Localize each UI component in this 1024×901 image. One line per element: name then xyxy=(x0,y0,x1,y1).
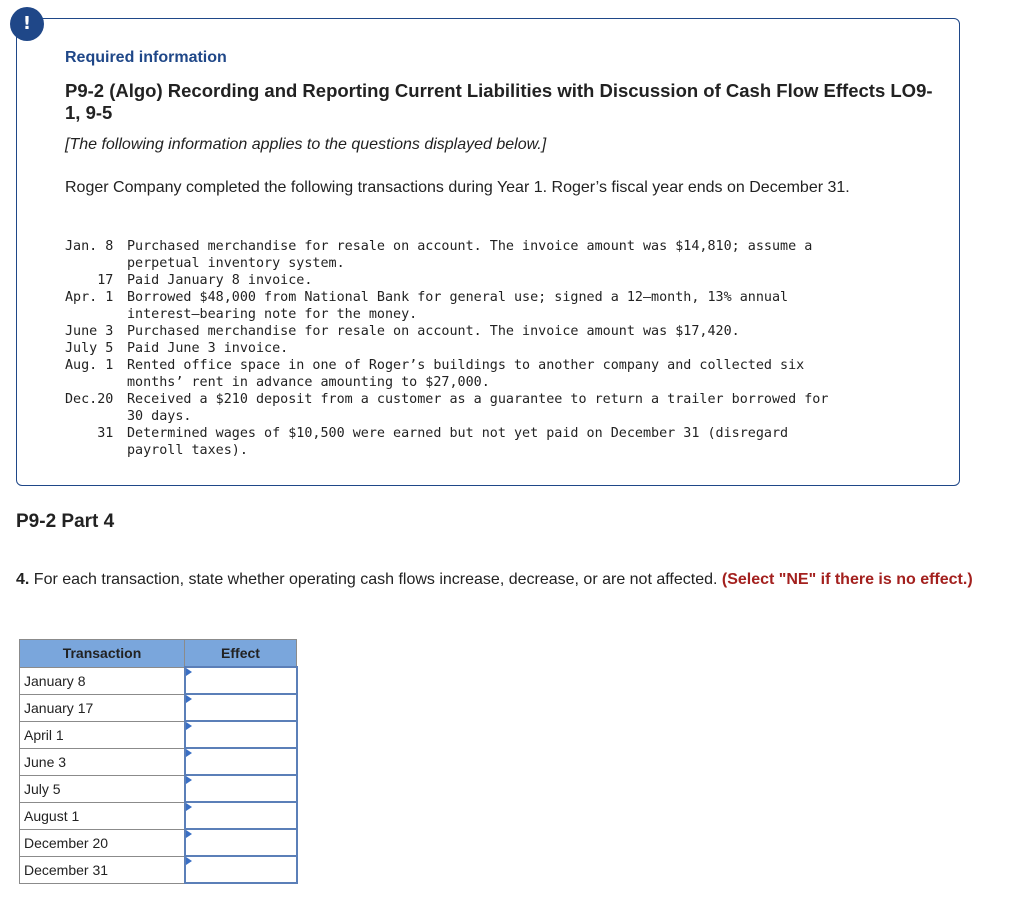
effect-select[interactable] xyxy=(186,668,296,693)
dropdown-marker-icon xyxy=(185,722,192,730)
transaction-list: Jan. 8 Purchased merchandise for resale … xyxy=(65,238,897,459)
transaction-date: 17 xyxy=(65,273,114,288)
effect-select[interactable] xyxy=(186,803,296,828)
transaction-date: Dec.20 xyxy=(65,392,114,407)
table-row: January 8 xyxy=(19,666,298,695)
transaction-cell: July 5 xyxy=(19,774,185,803)
effect-select-cell[interactable] xyxy=(183,666,298,695)
transaction-description: Paid January 8 invoice. xyxy=(127,273,313,288)
transaction-date: Jan. 8 xyxy=(65,239,114,254)
table-row: April 1 xyxy=(19,720,298,749)
dropdown-marker-icon xyxy=(185,749,192,757)
dropdown-marker-icon xyxy=(185,695,192,703)
effect-select[interactable] xyxy=(186,695,296,720)
transaction-description: Purchased merchandise for resale on acco… xyxy=(127,324,740,339)
table-row: July 5 xyxy=(19,774,298,803)
transaction-cell: January 17 xyxy=(19,693,185,722)
effect-select-cell[interactable] xyxy=(183,828,298,857)
transaction-description: Purchased merchandise for resale on acco… xyxy=(127,239,813,271)
effect-select[interactable] xyxy=(186,830,296,855)
transaction-item: Jan. 8 Purchased merchandise for resale … xyxy=(65,238,897,272)
question-number: 4. xyxy=(16,571,30,588)
part-heading: P9-2 Part 4 xyxy=(16,511,115,532)
transaction-date: June 3 xyxy=(65,324,114,339)
column-header-effect: Effect xyxy=(184,639,297,668)
table-row: December 20 xyxy=(19,828,298,857)
transaction-item: 31 Determined wages of $10,500 were earn… xyxy=(65,425,897,459)
effect-select[interactable] xyxy=(186,776,296,801)
transaction-cell: January 8 xyxy=(19,666,185,695)
transaction-cell: June 3 xyxy=(19,747,185,776)
dropdown-marker-icon xyxy=(185,830,192,838)
transaction-cell: August 1 xyxy=(19,801,185,830)
transaction-description: Rented office space in one of Roger’s bu… xyxy=(127,358,805,390)
transaction-item: Dec.20 Received a $210 deposit from a cu… xyxy=(65,391,897,425)
dropdown-marker-icon xyxy=(185,857,192,865)
transaction-item: June 3 Purchased merchandise for resale … xyxy=(65,323,897,340)
question-hint: (Select "NE" if there is no effect.) xyxy=(721,571,973,588)
dropdown-marker-icon xyxy=(185,668,192,676)
transaction-description: Borrowed $48,000 from National Bank for … xyxy=(127,290,789,322)
transaction-description: Determined wages of $10,500 were earned … xyxy=(127,426,789,458)
effect-select-cell[interactable] xyxy=(183,720,298,749)
required-information-label: Required information xyxy=(65,49,227,66)
column-header-transaction: Transaction xyxy=(19,639,185,668)
table-header-row: Transaction Effect xyxy=(19,639,297,668)
effect-select-cell[interactable] xyxy=(183,855,298,884)
effect-select-cell[interactable] xyxy=(183,774,298,803)
effect-select-cell[interactable] xyxy=(183,801,298,830)
effect-select[interactable] xyxy=(186,857,296,882)
transaction-item: 17 Paid January 8 invoice. xyxy=(65,272,897,289)
question-prompt: 4. For each transaction, state whether o… xyxy=(16,569,1016,590)
problem-title: P9-2 (Algo) Recording and Reporting Curr… xyxy=(65,80,933,123)
scenario-text: Roger Company completed the following tr… xyxy=(65,179,850,196)
dropdown-marker-icon xyxy=(185,803,192,811)
transaction-item: July 5 Paid June 3 invoice. xyxy=(65,340,897,357)
transaction-date: 31 xyxy=(65,426,114,441)
effect-select-cell[interactable] xyxy=(183,747,298,776)
page: ! Required information P9-2 (Algo) Recor… xyxy=(0,0,1024,901)
transaction-cell: December 31 xyxy=(19,855,185,884)
table-row: January 17 xyxy=(19,693,298,722)
required-information-card: Required information P9-2 (Algo) Recordi… xyxy=(16,18,960,486)
transaction-date: Apr. 1 xyxy=(65,290,114,305)
dropdown-marker-icon xyxy=(185,776,192,784)
transaction-description: Received a $210 deposit from a customer … xyxy=(127,392,829,424)
transaction-cell: December 20 xyxy=(19,828,185,857)
transaction-date: Aug. 1 xyxy=(65,358,114,373)
table-row: August 1 xyxy=(19,801,298,830)
alert-exclamation-icon: ! xyxy=(10,7,44,41)
transaction-item: Aug. 1 Rented office space in one of Rog… xyxy=(65,357,897,391)
transaction-date: July 5 xyxy=(65,341,114,356)
effect-select-cell[interactable] xyxy=(183,693,298,722)
transaction-item: Apr. 1 Borrowed $48,000 from National Ba… xyxy=(65,289,897,323)
intro-note: [The following information applies to th… xyxy=(65,136,547,153)
table-row: December 31 xyxy=(19,855,298,884)
transaction-description: Paid June 3 invoice. xyxy=(127,341,289,356)
table-row: June 3 xyxy=(19,747,298,776)
transaction-cell: April 1 xyxy=(19,720,185,749)
effect-select[interactable] xyxy=(186,722,296,747)
effect-select[interactable] xyxy=(186,749,296,774)
answer-table: Transaction Effect January 8 January 17 xyxy=(19,639,298,884)
question-text: For each transaction, state whether oper… xyxy=(29,571,722,588)
